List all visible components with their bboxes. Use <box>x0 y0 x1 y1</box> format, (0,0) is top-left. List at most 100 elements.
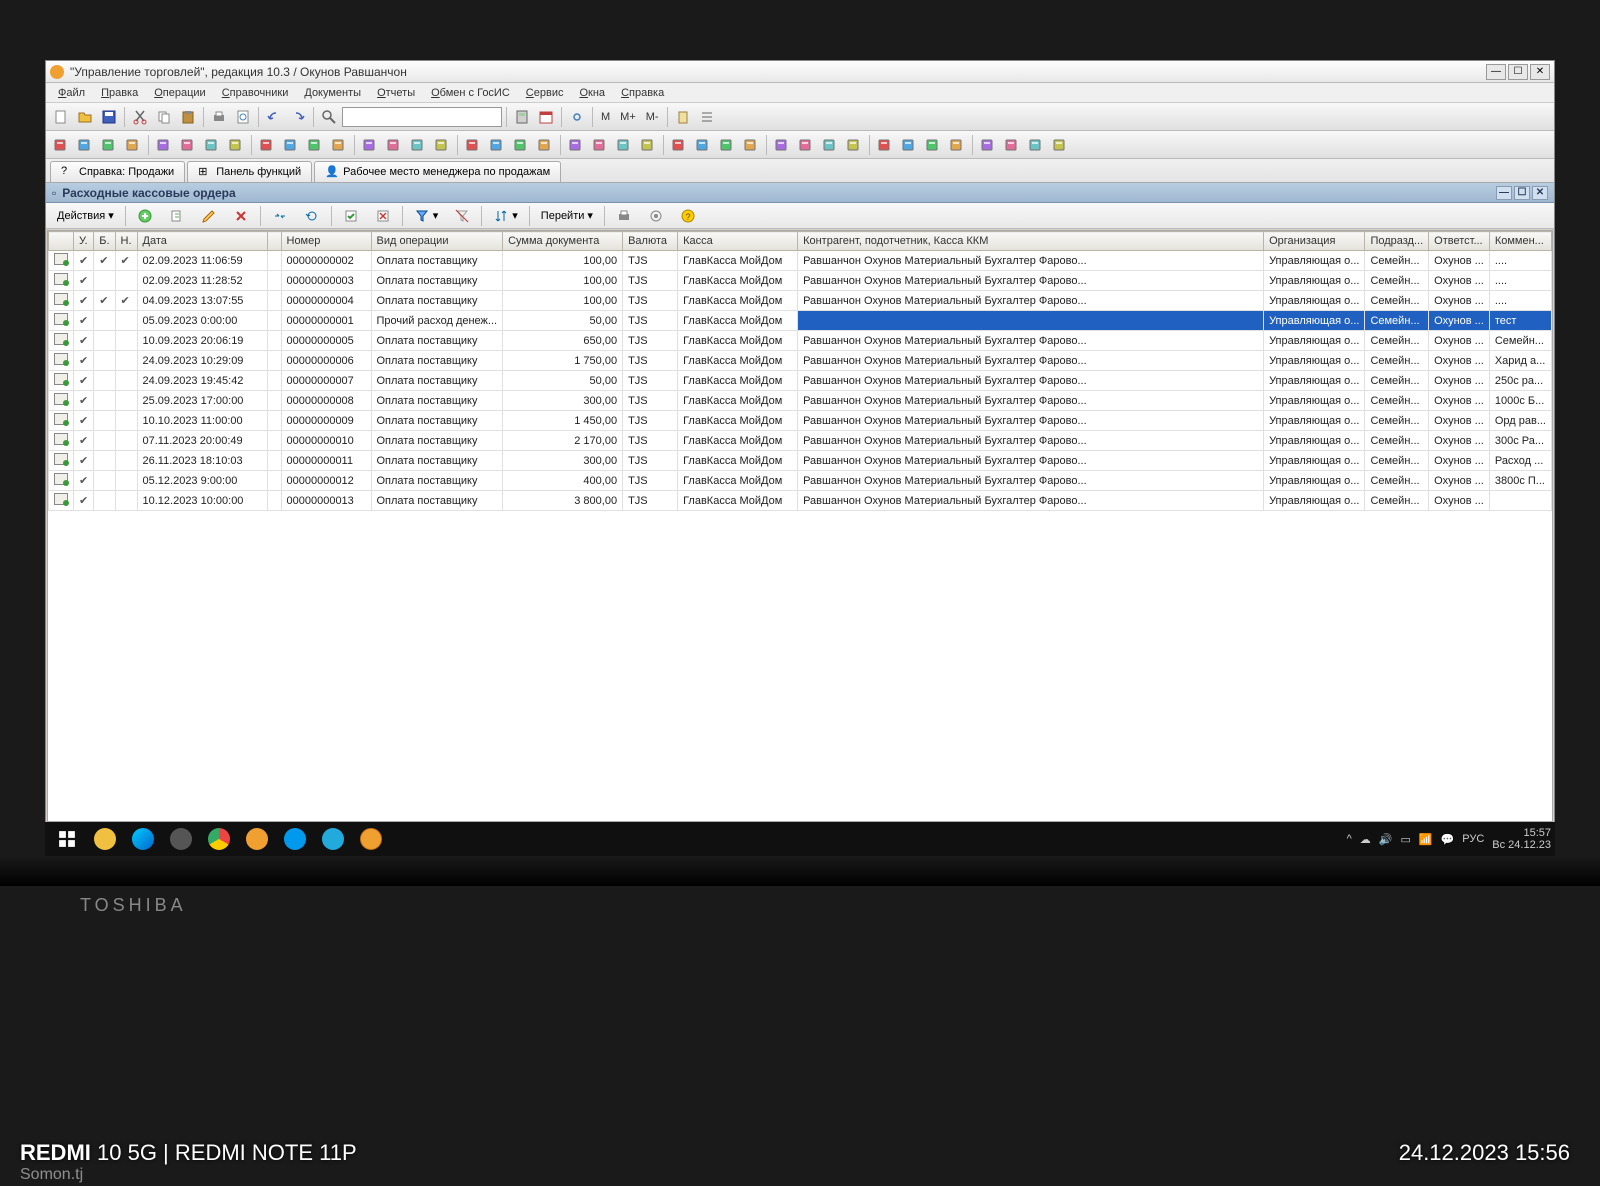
toolbar2-btn-5-1[interactable] <box>589 134 611 156</box>
search-icon[interactable] <box>318 106 340 128</box>
toolbar2-btn-8-0[interactable] <box>874 134 896 156</box>
unpost-button[interactable] <box>368 205 398 227</box>
refresh-button[interactable] <box>297 205 327 227</box>
table-row[interactable]: ✔25.09.2023 17:00:0000000000008Оплата по… <box>49 391 1552 411</box>
toolbar2-btn-1-0[interactable] <box>153 134 175 156</box>
toolbar2-btn-7-2[interactable] <box>819 134 841 156</box>
toolbar2-btn-2-3[interactable] <box>328 134 350 156</box>
post-button[interactable] <box>336 205 366 227</box>
calendar-button[interactable] <box>535 106 557 128</box>
toolbar2-btn-7-1[interactable] <box>795 134 817 156</box>
mminus-label[interactable]: M- <box>642 111 663 123</box>
redo-button[interactable] <box>287 106 309 128</box>
col-header-6[interactable]: Номер <box>281 232 371 251</box>
save-button[interactable] <box>98 106 120 128</box>
menu-справочники[interactable]: Справочники <box>214 85 297 101</box>
menu-файл[interactable]: Файл <box>50 85 93 101</box>
nav-tab-1[interactable]: ⊞Панель функций <box>187 161 312 182</box>
link-button[interactable] <box>566 106 588 128</box>
add-button[interactable] <box>130 205 160 227</box>
paste-button[interactable] <box>177 106 199 128</box>
table-row[interactable]: ✔24.09.2023 10:29:0900000000006Оплата по… <box>49 351 1552 371</box>
cut-button[interactable] <box>129 106 151 128</box>
help-button[interactable]: ? <box>673 205 703 227</box>
table-row[interactable]: ✔26.11.2023 18:10:0300000000011Оплата по… <box>49 451 1552 471</box>
toolbar2-btn-4-3[interactable] <box>534 134 556 156</box>
toolbar2-btn-0-3[interactable] <box>122 134 144 156</box>
menu-справка[interactable]: Справка <box>613 85 672 101</box>
toolbar2-btn-2-0[interactable] <box>256 134 278 156</box>
print-list-button[interactable] <box>609 205 639 227</box>
toolbar2-btn-4-0[interactable] <box>462 134 484 156</box>
print-button[interactable] <box>208 106 230 128</box>
toolbar2-btn-9-3[interactable] <box>1049 134 1071 156</box>
col-header-15[interactable]: Коммен... <box>1489 232 1551 251</box>
task-chrome[interactable] <box>201 824 237 854</box>
tray-lang[interactable]: РУС <box>1462 833 1484 845</box>
menu-отчеты[interactable]: Отчеты <box>369 85 423 101</box>
col-header-8[interactable]: Сумма документа <box>503 232 623 251</box>
task-edge[interactable] <box>125 824 161 854</box>
toolbar2-btn-5-2[interactable] <box>613 134 635 156</box>
filter-button[interactable]: ▾ <box>407 205 446 227</box>
toolbar2-btn-6-0[interactable] <box>668 134 690 156</box>
toolbar2-btn-6-2[interactable] <box>716 134 738 156</box>
toolbar2-btn-0-0[interactable] <box>50 134 72 156</box>
table-row[interactable]: ✔✔✔02.09.2023 11:06:5900000000002Оплата … <box>49 251 1552 271</box>
col-header-4[interactable]: Дата <box>137 232 267 251</box>
col-header-10[interactable]: Касса <box>678 232 798 251</box>
tray-time[interactable]: 15:57 <box>1492 827 1551 839</box>
clear-filter-button[interactable] <box>447 205 477 227</box>
tray-date[interactable]: Вс 24.12.23 <box>1492 839 1551 851</box>
toolbar2-btn-7-0[interactable] <box>771 134 793 156</box>
edit-button[interactable] <box>194 205 224 227</box>
task-explorer[interactable] <box>87 824 123 854</box>
system-tray[interactable]: ^ ☁ 🔊 ▭ 📶 💬 РУС 15:57 Вс 24.12.23 <box>1347 827 1551 851</box>
menu-обмен с госис[interactable]: Обмен с ГосИС <box>423 85 518 101</box>
toolbar2-btn-0-2[interactable] <box>98 134 120 156</box>
table-row[interactable]: ✔10.10.2023 11:00:0000000000009Оплата по… <box>49 411 1552 431</box>
period-button[interactable] <box>265 205 295 227</box>
actions-menu[interactable]: Действия ▾ <box>50 205 121 227</box>
minimize-button[interactable]: — <box>1486 64 1506 80</box>
toolbar2-btn-1-1[interactable] <box>177 134 199 156</box>
mplus-label[interactable]: M+ <box>616 111 640 123</box>
copy-row-button[interactable] <box>162 205 192 227</box>
table-row[interactable]: ✔05.12.2023 9:00:0000000000012Оплата пос… <box>49 471 1552 491</box>
toolbar2-btn-7-3[interactable] <box>843 134 865 156</box>
toolbar2-btn-1-2[interactable] <box>201 134 223 156</box>
col-header-5[interactable] <box>267 232 281 251</box>
toolbar2-btn-3-1[interactable] <box>383 134 405 156</box>
start-button[interactable] <box>49 824 85 854</box>
col-header-13[interactable]: Подразд... <box>1365 232 1429 251</box>
toolbar2-btn-9-1[interactable] <box>1001 134 1023 156</box>
doc-min-button[interactable]: — <box>1496 186 1512 200</box>
delete-button[interactable] <box>226 205 256 227</box>
menu-сервис[interactable]: Сервис <box>518 85 572 101</box>
toolbar2-btn-0-1[interactable] <box>74 134 96 156</box>
search-input[interactable] <box>342 107 502 127</box>
toolbar2-btn-4-1[interactable] <box>486 134 508 156</box>
menu-документы[interactable]: Документы <box>296 85 369 101</box>
toolbar2-btn-4-2[interactable] <box>510 134 532 156</box>
menu-окна[interactable]: Окна <box>571 85 613 101</box>
m-label[interactable]: M <box>597 111 614 123</box>
tray-wifi-icon[interactable]: 📶 <box>1419 833 1433 846</box>
task-1c-2[interactable] <box>353 824 389 854</box>
new-button[interactable] <box>50 106 72 128</box>
toolbar2-btn-8-3[interactable] <box>946 134 968 156</box>
list-icon[interactable] <box>696 106 718 128</box>
toolbar2-btn-8-1[interactable] <box>898 134 920 156</box>
settings-list-button[interactable] <box>641 205 671 227</box>
task-1c-1[interactable] <box>239 824 275 854</box>
table-row[interactable]: ✔07.11.2023 20:00:4900000000010Оплата по… <box>49 431 1552 451</box>
menu-операции[interactable]: Операции <box>146 85 213 101</box>
copy-button[interactable] <box>153 106 175 128</box>
tray-volume-icon[interactable]: 🔊 <box>1379 833 1393 846</box>
table-row[interactable]: ✔02.09.2023 11:28:5200000000003Оплата по… <box>49 271 1552 291</box>
data-grid[interactable]: У.Б.Н.ДатаНомерВид операцииСумма докумен… <box>47 230 1553 822</box>
doc-close-button[interactable]: ✕ <box>1532 186 1548 200</box>
toolbar2-btn-5-0[interactable] <box>565 134 587 156</box>
menu-правка[interactable]: Правка <box>93 85 146 101</box>
preview-button[interactable] <box>232 106 254 128</box>
